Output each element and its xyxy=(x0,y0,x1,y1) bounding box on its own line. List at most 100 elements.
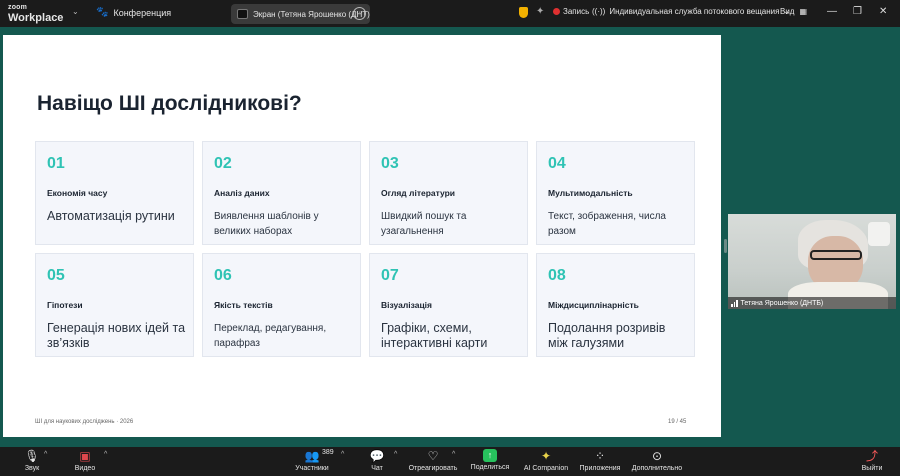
ai-sparkle-icon: ✦ xyxy=(540,449,552,463)
minimize-icon[interactable]: — xyxy=(827,6,837,17)
card-number: 03 xyxy=(381,155,399,172)
chat-chevron-icon[interactable]: ^ xyxy=(394,451,397,458)
card-number: 08 xyxy=(548,267,566,284)
grid-icon: ▦ xyxy=(799,7,808,16)
chat-icon: 💬 xyxy=(369,449,385,463)
card-number: 07 xyxy=(381,267,399,284)
participant-name-bar: Тетяна Ярошенко (ДНТБ) xyxy=(728,297,896,309)
card-title: Економія часу xyxy=(47,188,108,198)
livestream-indicator[interactable]: ((·)) Индивидуальная служба потокового в… xyxy=(592,7,790,16)
view-menu[interactable]: Вид ▦ xyxy=(780,7,807,16)
screen-icon xyxy=(237,9,248,19)
feature-card: 06 Якість текстів Переклад, редагування, п… xyxy=(202,253,361,357)
card-title: Гіпотези xyxy=(47,300,83,310)
recording-indicator[interactable]: Запись xyxy=(553,7,589,16)
react-label: Отреагировать xyxy=(408,465,458,472)
signal-icon xyxy=(731,299,738,307)
apps-icon: ⁘ xyxy=(594,449,606,463)
card-title: Огляд літератури xyxy=(381,188,456,198)
conference-label: Конференция xyxy=(113,7,172,18)
sparkle-icon[interactable]: ✦ xyxy=(536,6,544,17)
card-title: Аналіз даних xyxy=(214,188,270,198)
participants-count: 389 xyxy=(322,449,334,456)
slide-footer: ШІ для наукових досліджень · 2026 xyxy=(35,419,134,425)
slide-title: Навіщо ШІ дослідникові? xyxy=(37,92,302,115)
card-description: Швидкий пошук та узагальнення xyxy=(381,211,467,237)
video-off-icon: ▣ xyxy=(79,449,91,463)
chevron-down-icon[interactable]: ⌄ xyxy=(72,7,79,16)
card-number: 04 xyxy=(548,155,566,172)
background-lamp xyxy=(868,222,890,246)
meeting-stage: Навіщо ШІ дослідникові? 01 Економія часу А… xyxy=(0,27,900,447)
card-description: Подолання розривів між галузями xyxy=(548,321,666,350)
card-description: Графіки, схеми, інтерактивні карти xyxy=(381,321,488,350)
broadcast-icon: ((·)) xyxy=(592,7,606,16)
title-bar: zoom Workplace ⌄ 🐾 Конференция Экран (Те… xyxy=(0,0,900,27)
record-dot-icon xyxy=(553,8,560,15)
conference-menu[interactable]: 🐾 Конференция xyxy=(96,7,171,18)
card-title: Міждисциплінарність xyxy=(548,300,639,310)
audio-chevron-icon[interactable]: ^ xyxy=(44,451,47,458)
slide-page-number: 19 / 45 xyxy=(668,419,687,425)
card-number: 02 xyxy=(214,155,232,172)
feature-card: 08 Міждисциплінарність Подолання розривів … xyxy=(536,253,695,357)
card-title: Якість текстів xyxy=(214,300,273,310)
feature-card: 02 Аналіз даних Виявлення шаблонів у велик… xyxy=(202,141,361,245)
zoom-logo: zoom Workplace xyxy=(8,3,64,24)
feature-card: 01 Економія часу Автоматизація рутини xyxy=(35,141,194,245)
microphone-icon: 🎙 xyxy=(24,449,40,463)
participants-chevron-icon[interactable]: ^ xyxy=(341,451,344,458)
card-title: Мультимодальність xyxy=(548,188,633,198)
card-number: 06 xyxy=(214,267,232,284)
record-label: Запись xyxy=(563,7,590,16)
shield-icon[interactable] xyxy=(519,7,528,18)
audio-button[interactable]: 🎙 Звук xyxy=(18,447,46,476)
ai-companion-label: AI Companion xyxy=(523,465,569,472)
ai-companion-button[interactable]: ✦ AI Companion xyxy=(522,447,570,476)
card-description: Автоматизація рутини xyxy=(47,209,175,223)
video-label: Видео xyxy=(74,465,96,472)
chat-label: Чат xyxy=(371,465,383,472)
card-description: Текст, зображення, числа разом xyxy=(548,211,666,237)
participants-label: Участники xyxy=(295,465,329,472)
participant-name: Тетяна Ярошенко (ДНТБ) xyxy=(740,299,824,307)
stream-label: Индивидуальная служба потокового вещания xyxy=(609,7,780,16)
share-label-bottom: Поделиться xyxy=(470,464,510,471)
meeting-toolbar: 🎙 Звук ^ ▣ Видео ^ 👥 Участники 389 ^ 💬 Ч… xyxy=(0,447,900,476)
apps-button[interactable]: ⁘ Приложения xyxy=(578,447,622,476)
share-button[interactable]: ↑ Поделиться xyxy=(470,447,510,476)
more-label: Дополнительно xyxy=(631,465,683,472)
react-chevron-icon[interactable]: ^ xyxy=(452,451,455,458)
screen-share-indicator[interactable]: Экран (Тетяна Ярошенко (ДНТ) ··· xyxy=(231,4,370,24)
close-icon[interactable]: ✕ xyxy=(879,6,887,17)
card-number: 05 xyxy=(47,267,65,284)
leave-button[interactable]: ⤴ Выйти xyxy=(858,447,886,476)
feature-card: 04 Мультимодальність Текст, зображення, чи… xyxy=(536,141,695,245)
video-chevron-icon[interactable]: ^ xyxy=(104,451,107,458)
card-description: Генерація нових ідей та зв’язків xyxy=(47,321,186,350)
more-button[interactable]: ⊙ Дополнительно xyxy=(630,447,684,476)
restore-icon[interactable]: ❐ xyxy=(853,6,862,17)
share-screen-icon: ↑ xyxy=(483,449,497,462)
more-icon: ⊙ xyxy=(651,449,663,463)
leave-icon: ⤴ xyxy=(865,449,878,463)
video-button[interactable]: ▣ Видео xyxy=(70,447,100,476)
card-number: 01 xyxy=(47,155,65,172)
panel-resize-handle[interactable] xyxy=(724,239,727,253)
chat-button[interactable]: 💬 Чат xyxy=(366,447,388,476)
card-description: Переклад, редагування, парафраз xyxy=(214,323,327,349)
brand-large: Workplace xyxy=(8,12,64,24)
card-description: Виявлення шаблонів у великих наборах xyxy=(214,211,319,237)
shared-slide: Навіщо ШІ дослідникові? 01 Економія часу А… xyxy=(3,35,721,437)
paw-icon: 🐾 xyxy=(96,7,109,18)
more-options-icon[interactable]: ··· xyxy=(353,7,366,20)
view-label: Вид xyxy=(780,7,795,16)
participant-video[interactable]: Тетяна Ярошенко (ДНТБ) xyxy=(728,214,896,309)
feature-card: 07 Візуалізація Графіки, схеми, інтерактив… xyxy=(369,253,528,357)
card-title: Візуалізація xyxy=(381,300,433,310)
feature-card: 05 Гіпотези Генерація нових ідей та зв’язк… xyxy=(35,253,194,357)
feature-card: 03 Огляд літератури Швидкий пошук та узага… xyxy=(369,141,528,245)
audio-label: Звук xyxy=(24,465,40,472)
apps-label: Приложения xyxy=(579,465,621,472)
leave-label: Выйти xyxy=(861,465,883,472)
